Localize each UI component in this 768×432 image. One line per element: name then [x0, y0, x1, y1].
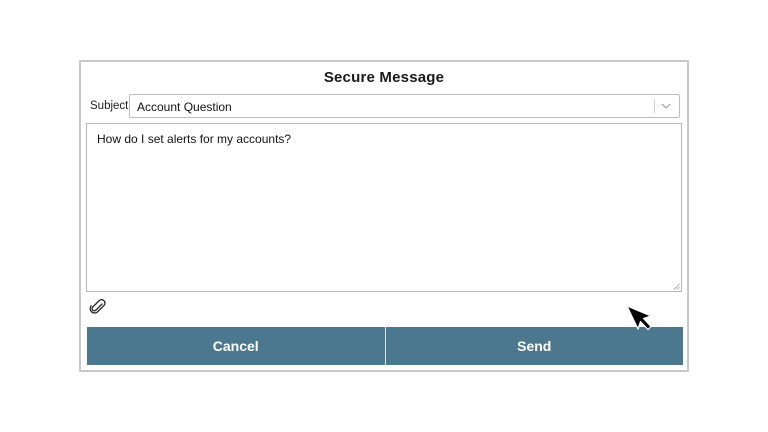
- dialog-title: Secure Message: [323, 69, 445, 86]
- secure-message-dialog: Secure Message Subject Account Question …: [79, 60, 689, 372]
- mouse-cursor-icon: [626, 305, 652, 331]
- subject-selected-value: Account Question: [137, 100, 232, 114]
- subject-label: Subject: [90, 100, 129, 112]
- chevron-down-icon[interactable]: [661, 101, 671, 111]
- paperclip-icon[interactable]: [88, 297, 106, 315]
- cancel-button[interactable]: Cancel: [87, 327, 386, 365]
- message-textarea[interactable]: How do I set alerts for my accounts?: [86, 123, 682, 292]
- resize-grip-icon[interactable]: [673, 283, 680, 290]
- message-text: How do I set alerts for my accounts?: [97, 132, 292, 146]
- subject-dropdown[interactable]: Account Question: [129, 94, 680, 118]
- action-buttons: Cancel Send: [87, 327, 683, 365]
- dropdown-divider: [654, 99, 655, 113]
